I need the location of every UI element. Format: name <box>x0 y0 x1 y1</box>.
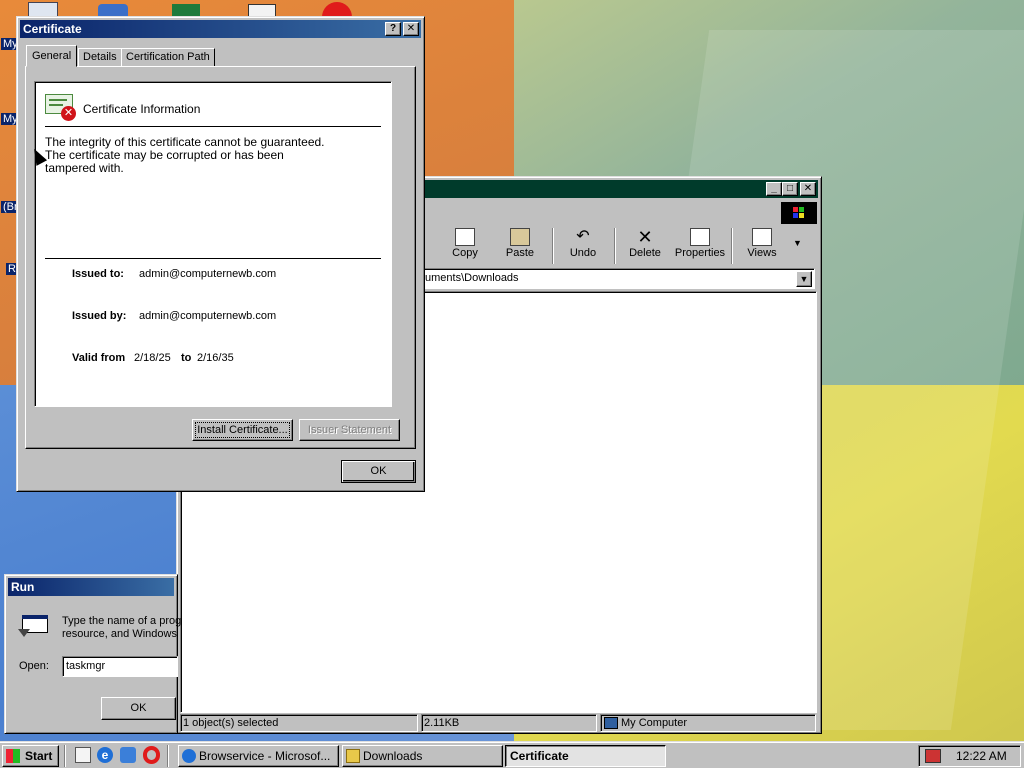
start-label: Start <box>25 749 53 763</box>
issuer-statement-button[interactable]: Issuer Statement <box>299 419 400 441</box>
details-divider <box>45 258 381 259</box>
outlook-express-icon[interactable] <box>120 747 136 763</box>
address-dropdown-button[interactable]: ▼ <box>796 271 812 287</box>
windows-flag-icon <box>6 749 20 763</box>
task-browservice-label: Browservice - Microsof... <box>199 749 331 763</box>
valid-to-value: 2/16/35 <box>197 352 234 364</box>
issued-to-value: admin@computernewb.com <box>139 268 277 280</box>
close-button[interactable]: ✕ <box>800 182 816 196</box>
internet-explorer-icon[interactable]: e <box>97 747 113 763</box>
valid-to-label: to <box>181 352 192 364</box>
show-desktop-icon[interactable] <box>75 747 91 763</box>
copy-button[interactable]: Copy <box>439 226 491 266</box>
undo-label: Undo <box>569 247 597 259</box>
windows-logo-icon <box>781 202 817 224</box>
maximize-button[interactable]: □ <box>782 182 798 196</box>
run-dialog: Run Type the name of a prog resource, an… <box>4 574 181 734</box>
heading-divider <box>45 126 381 127</box>
paste-label: Paste <box>505 247 535 259</box>
taskbar: Start e Browservice - Microsof... Downlo… <box>0 741 1024 768</box>
valid-from-value: 2/18/25 <box>134 352 171 364</box>
run-open-input[interactable]: taskmgr <box>62 656 178 677</box>
tray-network-icon[interactable] <box>925 749 941 763</box>
properties-label: Properties <box>674 247 726 259</box>
run-description: Type the name of a prog resource, and Wi… <box>62 615 182 640</box>
folder-icon <box>346 749 360 763</box>
quicklaunch-separator <box>64 745 66 767</box>
issued-by-label: Issued by: <box>72 310 127 322</box>
task-certificate-label: Certificate <box>510 749 569 763</box>
paste-icon <box>510 228 530 246</box>
certificate-warning-text: The integrity of this certificate cannot… <box>45 135 325 175</box>
address-text: uments\Downloads <box>425 272 519 284</box>
tab-details[interactable]: Details <box>78 48 122 67</box>
close-button[interactable]: ✕ <box>403 22 419 36</box>
tab-certification-path[interactable]: Certification Path <box>121 48 215 67</box>
task-certificate[interactable]: Certificate <box>505 745 666 767</box>
my-computer-icon <box>604 717 618 729</box>
copy-icon <box>455 228 475 246</box>
certificate-dialog: Certificate ? ✕ General Details Certific… <box>16 16 425 492</box>
status-size: 2.11KB <box>421 714 597 732</box>
certificate-titlebar[interactable]: Certificate ? ✕ <box>20 20 421 38</box>
certificate-info-box: ✕ Certificate Information The integrity … <box>34 81 392 407</box>
system-tray: 12:22 AM <box>918 745 1021 767</box>
general-tab-panel: ✕ Certificate Information The integrity … <box>25 66 416 449</box>
task-browservice[interactable]: Browservice - Microsof... <box>178 745 339 767</box>
install-certificate-button[interactable]: Install Certificate... <box>192 419 293 441</box>
minimize-button[interactable]: _ <box>766 182 782 196</box>
tab-general[interactable]: General <box>26 45 78 67</box>
toolbar-separator <box>731 228 733 264</box>
toolbar-separator <box>552 228 554 264</box>
delete-button[interactable]: ✕ Delete <box>619 226 671 266</box>
delete-icon: ✕ <box>637 227 653 247</box>
issued-to-label: Issued to: <box>72 268 124 280</box>
browser-icon <box>182 749 196 763</box>
toolbar-separator <box>614 228 616 264</box>
task-downloads-label: Downloads <box>363 749 423 763</box>
run-ok-button[interactable]: OK <box>101 697 176 720</box>
delete-label: Delete <box>629 247 661 259</box>
help-button[interactable]: ? <box>385 22 401 36</box>
properties-button[interactable]: Properties <box>674 226 726 266</box>
certificate-error-icon: ✕ <box>45 92 77 121</box>
paste-button[interactable]: Paste <box>494 226 546 266</box>
run-icon <box>18 613 50 645</box>
run-titlebar[interactable]: Run <box>8 578 174 596</box>
views-button[interactable]: Views <box>736 226 788 266</box>
views-dropdown-icon[interactable]: ▼ <box>793 238 802 248</box>
tasks-separator <box>167 745 169 767</box>
status-zone-label: My Computer <box>621 717 688 729</box>
certificate-title: Certificate <box>23 22 82 36</box>
status-zone: My Computer <box>600 714 816 732</box>
views-icon <box>752 228 772 246</box>
clock[interactable]: 12:22 AM <box>956 746 1007 766</box>
properties-icon <box>690 228 710 246</box>
run-open-label: Open: <box>19 660 49 672</box>
views-label: Views <box>747 247 777 259</box>
undo-icon: ↶ <box>576 228 590 245</box>
copy-label: Copy <box>452 247 478 259</box>
issued-by-value: admin@computernewb.com <box>139 310 277 322</box>
certificate-info-heading: Certificate Information <box>83 102 201 116</box>
valid-from-label: Valid from <box>72 352 126 364</box>
run-title: Run <box>11 580 35 594</box>
opera-icon[interactable] <box>143 746 160 764</box>
task-downloads[interactable]: Downloads <box>342 745 503 767</box>
ok-button[interactable]: OK <box>341 460 416 483</box>
start-button[interactable]: Start <box>2 745 59 767</box>
undo-button[interactable]: ↶ Undo <box>557 226 609 266</box>
status-selected: 1 object(s) selected <box>180 714 418 732</box>
